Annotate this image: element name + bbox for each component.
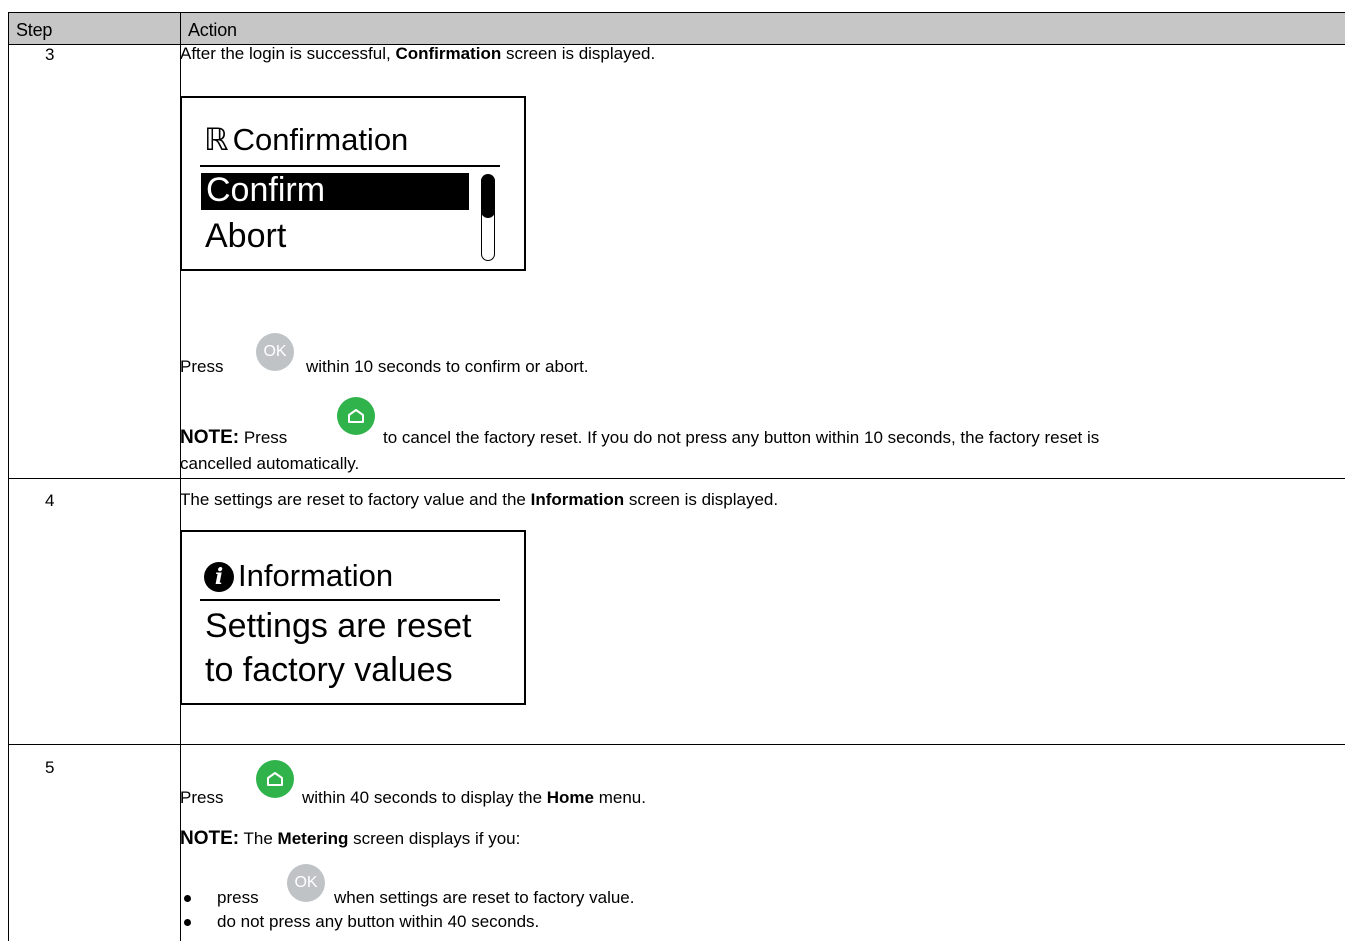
screen-line: to factory values <box>205 651 453 689</box>
screen-title: ℝ Confirmation <box>204 122 408 158</box>
screen-title: i Information <box>204 558 393 594</box>
menu-item-selected[interactable]: Confirm <box>201 171 469 210</box>
bullet-dot <box>184 919 191 926</box>
intro-text: After the login is successful, <box>180 44 396 63</box>
note-text: The <box>239 829 278 848</box>
note: NOTE: The Metering screen displays if yo… <box>180 828 520 850</box>
screen-line: Settings are reset <box>205 607 472 645</box>
step-number: 4 <box>45 491 55 510</box>
row-divider <box>9 744 1345 745</box>
intro-text: screen is displayed. <box>501 44 656 63</box>
intro-bold: Information <box>530 490 625 509</box>
ok-label: OK <box>263 343 287 360</box>
header-step: Step <box>16 20 53 40</box>
note: NOTE: Press <box>180 427 287 449</box>
ok-button-icon: OK <box>287 864 325 902</box>
bullet-text: when settings are reset to factory value… <box>334 888 635 907</box>
bullet-dot <box>184 895 191 902</box>
press-bold: Home <box>546 788 594 807</box>
ok-button-icon: OK <box>256 333 294 371</box>
press-text: menu. <box>594 788 646 807</box>
note-text: cancelled automatically. <box>180 454 360 473</box>
step-number: 3 <box>45 45 55 64</box>
screen-title-text: Confirmation <box>232 122 409 157</box>
note-label: NOTE: <box>180 427 240 448</box>
note-text: to cancel the factory reset. If you do n… <box>383 428 1100 447</box>
menu-item[interactable]: Abort <box>205 217 286 256</box>
note-text: screen displays if you: <box>348 829 521 848</box>
row-divider <box>9 478 1345 479</box>
home-button-icon <box>256 760 294 798</box>
info-icon: i <box>204 562 234 592</box>
screen-divider <box>200 599 500 601</box>
step-intro: After the login is successful, Confirmat… <box>180 44 655 64</box>
note-text: Press <box>243 428 288 447</box>
intro-bold: Confirmation <box>395 44 502 63</box>
screen-title-text: Information <box>238 558 394 593</box>
screen-divider <box>200 165 500 167</box>
ok-label: OK <box>294 874 318 891</box>
confirmation-screen: ℝ Confirmation Confirm Abort <box>180 96 526 271</box>
press-prefix: Press <box>180 788 224 807</box>
home-button-icon <box>337 397 375 435</box>
press-suffix: within 40 seconds to display the Home me… <box>302 788 646 808</box>
note-label: NOTE: <box>180 828 240 849</box>
information-screen: i Information Settings are reset to facto… <box>180 530 526 705</box>
home-icon <box>267 772 283 786</box>
scrollbar-thumb <box>481 174 495 218</box>
step-number: 5 <box>45 758 55 777</box>
bullet-text: press <box>217 888 259 907</box>
bullet-text: do not press any button within 40 second… <box>217 912 540 931</box>
note-bold: Metering <box>277 829 349 848</box>
reset-icon: ℝ <box>204 122 229 157</box>
press-suffix: within 10 seconds to confirm or abort. <box>306 357 589 376</box>
intro-text: The settings are reset to factory value … <box>180 490 531 509</box>
press-text: within 40 seconds to display the <box>302 788 547 807</box>
table-header: Step Action <box>9 12 1345 45</box>
intro-text: screen is displayed. <box>624 490 779 509</box>
menu-item-label: Confirm <box>206 171 326 209</box>
step-intro: The settings are reset to factory value … <box>180 490 778 510</box>
header-action: Action <box>188 20 237 40</box>
press-prefix: Press <box>180 357 224 376</box>
home-icon <box>348 409 364 423</box>
